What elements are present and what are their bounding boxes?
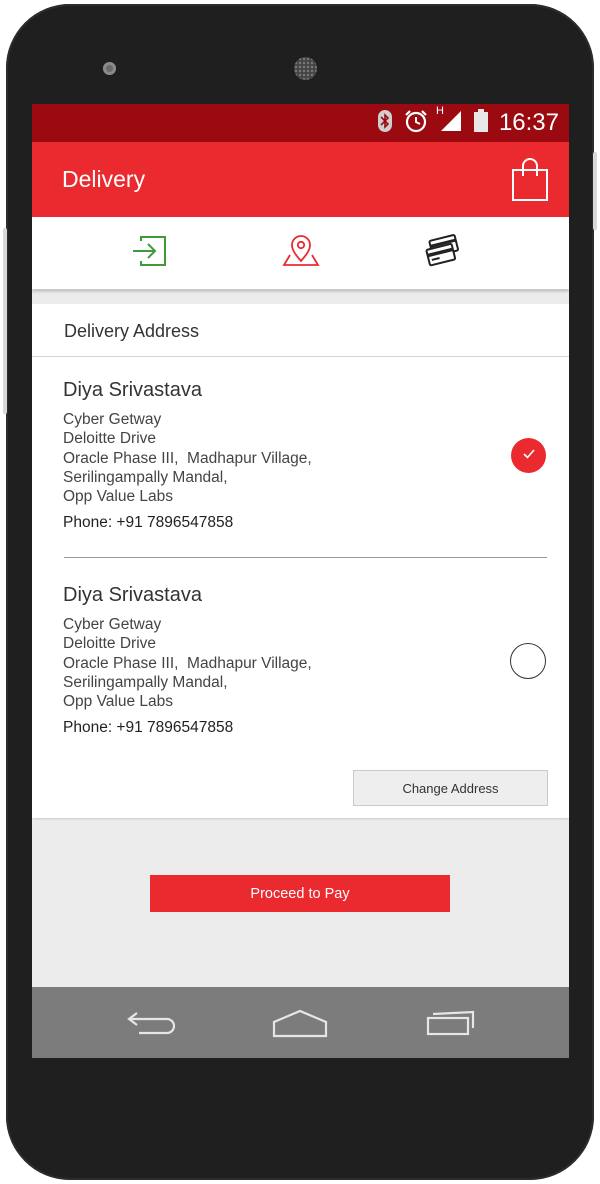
address-line: Serilingampally Mandal,	[63, 673, 228, 691]
address-line: Oracle Phase III, Madhapur Village,	[63, 654, 312, 672]
address-line: Cyber Getway	[63, 616, 162, 633]
app-bar: Delivery	[32, 142, 569, 217]
back-icon[interactable]	[122, 1003, 182, 1043]
address-line: Serilingampally Mandal,	[63, 468, 228, 486]
shopping-bag-icon[interactable]	[511, 158, 549, 202]
earpiece-speaker	[294, 57, 317, 80]
recipient-name: Diya Srivastava	[63, 584, 202, 606]
section-spacer	[32, 290, 569, 304]
address-option[interactable]: Diya Srivastava Cyber Getway Deloitte Dr…	[63, 379, 543, 532]
checkmark-icon	[522, 447, 536, 465]
change-address-button[interactable]: Change Address	[353, 770, 548, 806]
signal-icon: H	[436, 105, 463, 138]
status-bar: H 16:37	[32, 104, 569, 142]
home-icon[interactable]	[270, 1003, 330, 1043]
screen: H 16:37 Delivery Delivery Address Diya S…	[32, 104, 569, 1058]
address-line: Deloitte Drive	[63, 635, 157, 653]
tab-payment[interactable]	[353, 217, 532, 289]
address-line: Opp Value Labs	[63, 693, 174, 711]
battery-icon	[473, 108, 489, 138]
system-nav-bar	[32, 987, 569, 1058]
address-line: Deloitte Drive	[63, 430, 157, 448]
map-pin-icon	[281, 234, 320, 272]
status-time: 16:37	[498, 109, 559, 136]
login-icon	[131, 235, 167, 272]
section-title: Delivery Address	[64, 321, 200, 341]
recipient-phone: Phone: +91 7896547858	[63, 719, 234, 737]
address-option[interactable]: Diya Srivastava Cyber Getway Deloitte Dr…	[63, 584, 543, 737]
front-camera	[103, 62, 116, 75]
address-radio-selected[interactable]	[511, 438, 546, 473]
address-line: Oracle Phase III, Madhapur Village,	[63, 449, 312, 467]
alarm-icon	[403, 109, 429, 138]
proceed-to-pay-button[interactable]: Proceed to Pay	[150, 875, 450, 912]
power-button	[593, 152, 597, 230]
checkout-footer: Proceed to Pay	[32, 820, 569, 988]
address-line: Opp Value Labs	[63, 488, 174, 506]
page-title: Delivery	[62, 166, 146, 192]
address-radio-unselected[interactable]	[510, 643, 546, 679]
network-type-label: H	[435, 104, 444, 117]
delivery-address-card: Delivery Address Diya Srivastava Cyber G…	[32, 304, 569, 818]
divider	[32, 356, 569, 357]
recents-icon[interactable]	[420, 1003, 480, 1043]
credit-cards-icon	[424, 233, 462, 273]
bluetooth-icon	[377, 109, 393, 138]
address-line: Cyber Getway	[63, 411, 162, 428]
address-separator	[64, 557, 547, 558]
recipient-phone: Phone: +91 7896547858	[63, 514, 234, 532]
volume-button	[3, 228, 7, 414]
checkout-steps	[32, 217, 569, 289]
recipient-name: Diya Srivastava	[63, 379, 202, 401]
